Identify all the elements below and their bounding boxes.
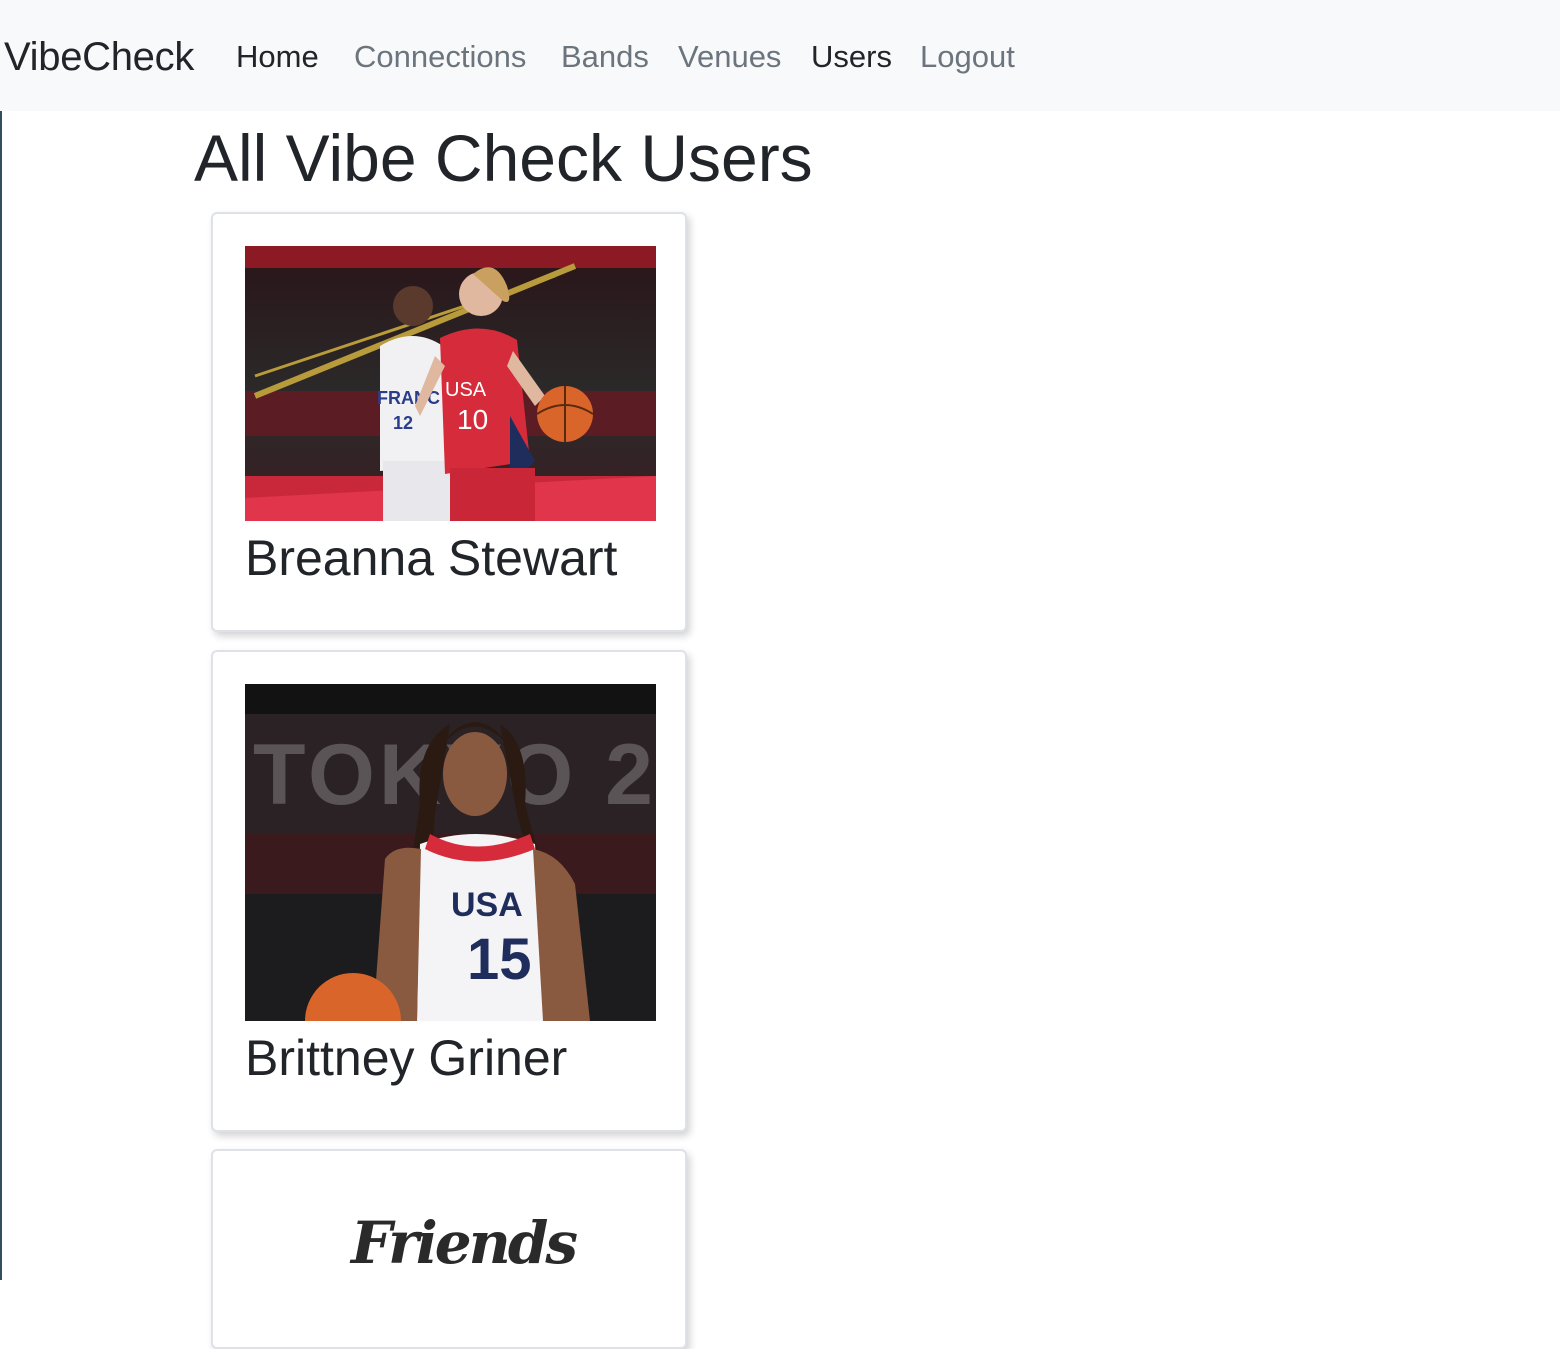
- user-card[interactable]: Friends: [211, 1149, 687, 1349]
- user-name: Brittney Griner: [245, 1030, 568, 1086]
- page-title: All Vibe Check Users: [194, 121, 813, 195]
- nav-link-logout[interactable]: Logout: [920, 38, 1015, 76]
- user-photo: TOKYO 202 USA 15: [245, 684, 656, 1021]
- basketball-player-photo: TOKYO 202 USA 15: [245, 684, 656, 1021]
- nav-link-home[interactable]: Home: [236, 38, 319, 76]
- user-card[interactable]: FRANC 12 USA 10 Breanna Stewart: [211, 212, 687, 632]
- svg-text:USA: USA: [445, 379, 487, 401]
- nav-link-bands[interactable]: Bands: [561, 38, 649, 76]
- user-photo: FRANC 12 USA 10: [245, 246, 656, 521]
- svg-text:12: 12: [393, 413, 413, 433]
- nav-link-users[interactable]: Users: [811, 38, 892, 76]
- nav-link-connections[interactable]: Connections: [354, 38, 526, 76]
- svg-text:15: 15: [467, 927, 532, 992]
- basketball-player-photo: FRANC 12 USA 10: [245, 246, 656, 521]
- user-name: Breanna Stewart: [245, 530, 618, 586]
- brand-link[interactable]: VibeCheck: [4, 34, 194, 80]
- nav-link-venues[interactable]: Venues: [678, 38, 781, 76]
- navbar: VibeCheck Home Connections Bands Venues …: [0, 0, 1560, 111]
- svg-text:10: 10: [457, 404, 488, 435]
- user-card[interactable]: TOKYO 202 USA 15 Brittney Griner: [211, 650, 687, 1132]
- friends-logo: Friends: [351, 1209, 578, 1277]
- window-left-edge: [0, 0, 2, 1280]
- svg-text:USA: USA: [451, 886, 523, 924]
